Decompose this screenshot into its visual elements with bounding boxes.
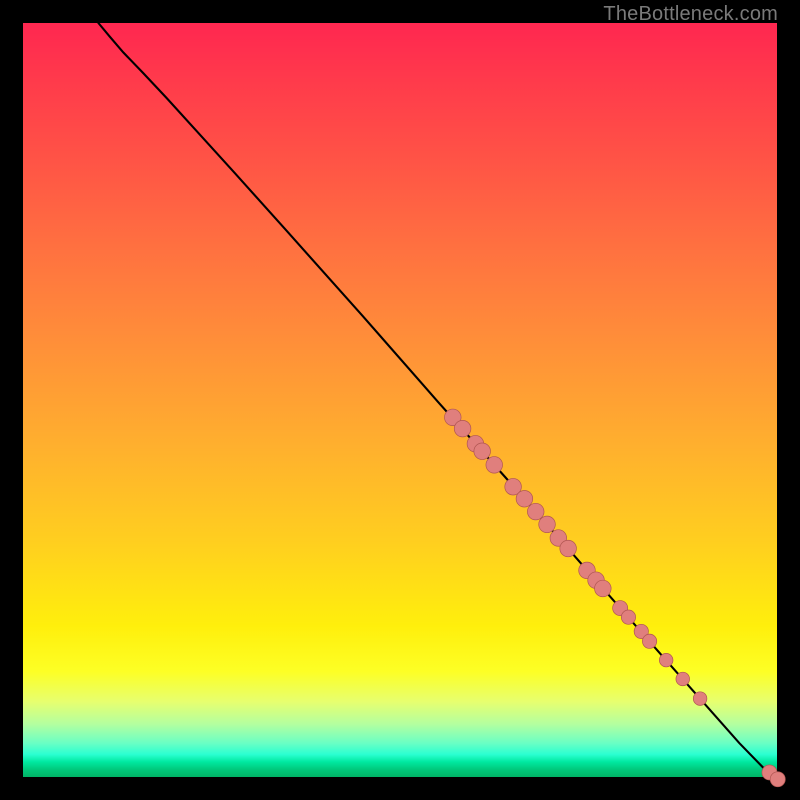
data-point xyxy=(770,772,785,787)
data-point xyxy=(693,692,707,706)
data-point xyxy=(676,672,690,686)
data-point xyxy=(486,457,503,474)
chart-points xyxy=(444,409,785,787)
chart-svg xyxy=(23,23,777,777)
data-point xyxy=(659,653,673,667)
data-point xyxy=(474,443,491,460)
data-point xyxy=(560,540,577,557)
data-point xyxy=(454,420,471,437)
data-point xyxy=(527,503,544,520)
data-point xyxy=(642,634,656,648)
data-point xyxy=(621,610,635,624)
data-point xyxy=(539,516,556,533)
data-point xyxy=(516,490,533,507)
data-point xyxy=(595,580,612,597)
